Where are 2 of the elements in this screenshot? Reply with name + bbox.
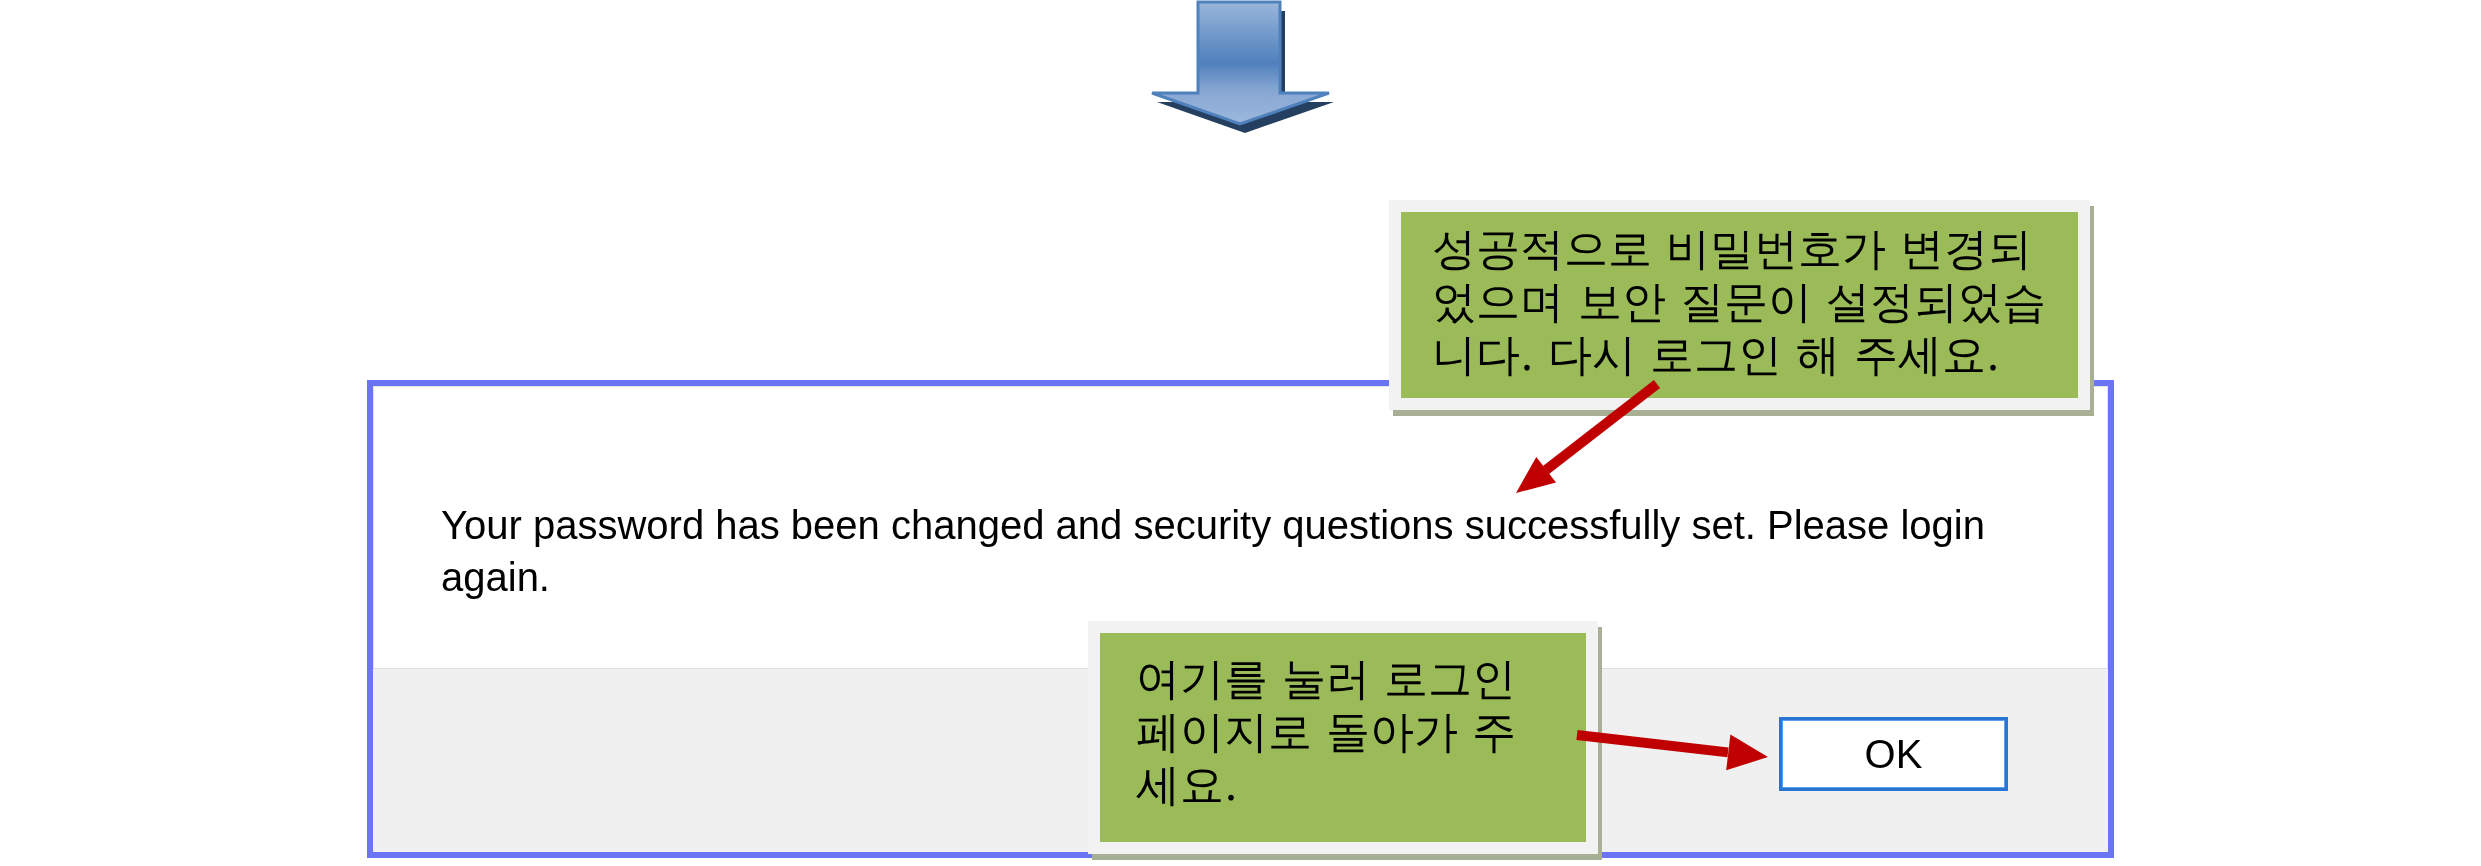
- ok-button[interactable]: OK: [1779, 717, 2008, 791]
- dialog-message: Your password has been changed and security questions successfully set. Please login again.: [441, 502, 1986, 601]
